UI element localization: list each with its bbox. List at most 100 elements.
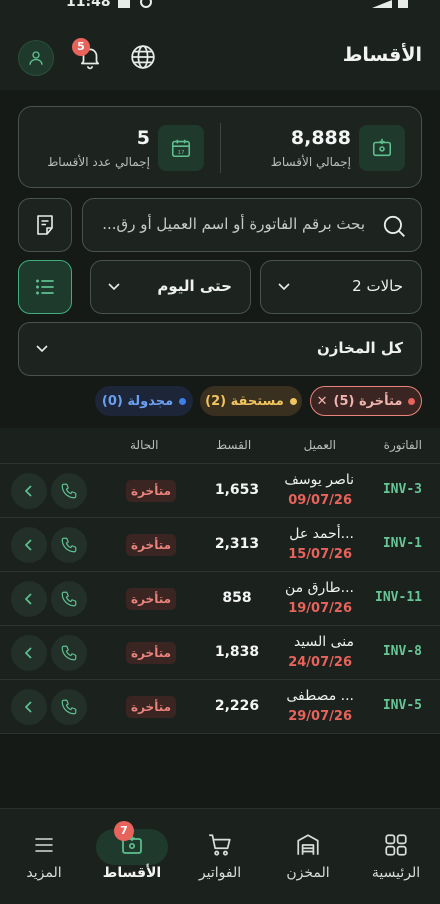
scheduled-dot-icon — [179, 397, 187, 405]
due-dropdown[interactable]: حتى اليوم — [90, 260, 251, 314]
due-dot-icon — [289, 397, 297, 405]
call-button[interactable] — [51, 473, 87, 509]
row-invoice[interactable]: INV-3 — [383, 482, 422, 497]
list-view-button[interactable] — [18, 260, 72, 314]
chevron-down-icon — [278, 283, 290, 291]
row-invoice[interactable]: INV-11 — [375, 590, 422, 605]
row-date: 15/07/26 — [288, 547, 352, 562]
header-status: الحالة — [130, 438, 159, 452]
states-dropdown-label: 2 حالات — [352, 277, 403, 295]
chip-due[interactable]: مستحقة (2) — [200, 386, 302, 416]
chip-overdue-label: متأخرة (5) — [333, 393, 403, 409]
table-row[interactable]: INV-8 منى السيد 24/07/26 1,838 متأخرة — [0, 626, 440, 680]
wallet-icon-box — [359, 125, 405, 171]
call-button[interactable] — [51, 635, 87, 671]
stat-total-installments: 8,888 إجمالي الأقساط — [220, 107, 421, 189]
table-row[interactable]: INV-1 أحمد عل... 15/07/26 2,313 متأخرة — [0, 518, 440, 572]
row-amount: 1,838 — [214, 644, 260, 660]
stats-card: 8,888 إجمالي الأقساط 17 5 إجمالي عدد الأ… — [18, 106, 422, 188]
search-input[interactable]: بحث برقم الفاتورة أو اسم العميل أو رق... — [82, 198, 422, 252]
header-installment: القسط — [216, 438, 252, 452]
nav-label-store: المخزن — [286, 865, 330, 881]
row-date: 19/07/26 — [288, 601, 352, 616]
row-date: 24/07/26 — [288, 655, 352, 670]
call-button[interactable] — [51, 527, 87, 563]
states-dropdown[interactable]: 2 حالات — [260, 260, 422, 314]
phone-icon — [61, 483, 77, 499]
globe-icon[interactable] — [130, 44, 156, 70]
chip-due-label: مستحقة (2) — [205, 393, 284, 409]
open-row-button[interactable] — [11, 689, 47, 725]
phone-icon — [61, 591, 77, 607]
phone-icon — [61, 645, 77, 661]
open-row-button[interactable] — [11, 635, 47, 671]
nav-label-more: المزيد — [26, 865, 62, 881]
search-placeholder: بحث برقم الفاتورة أو اسم العميل أو رق... — [102, 215, 365, 233]
list-icon — [36, 279, 54, 295]
stat-installments-count: 17 5 إجمالي عدد الأقساط — [19, 107, 220, 189]
battery-icon — [398, 0, 408, 8]
status-badge: متأخرة — [126, 588, 177, 610]
overdue-dot-icon — [408, 397, 416, 405]
stores-dropdown[interactable]: كل المخازن — [18, 322, 422, 376]
calendar-icon-box: 17 — [158, 125, 204, 171]
avatar[interactable] — [18, 40, 54, 76]
page-title: الأقساط — [342, 44, 422, 66]
chevron-left-icon — [24, 485, 32, 497]
notification-badge: 5 — [72, 38, 90, 56]
row-invoice[interactable]: INV-8 — [383, 644, 422, 659]
open-row-button[interactable] — [11, 473, 47, 509]
row-amount: 2,313 — [214, 536, 260, 552]
status-time: 11:48 — [66, 0, 111, 10]
row-invoice[interactable]: INV-1 — [383, 536, 422, 551]
menu-icon — [28, 829, 60, 861]
status-badge: متأخرة — [126, 534, 177, 556]
chevron-left-icon — [24, 593, 32, 605]
signal-icon — [372, 0, 392, 8]
stat-count-value: 5 — [136, 127, 150, 149]
open-row-button[interactable] — [11, 581, 47, 617]
nav-item-more[interactable]: المزيد — [4, 825, 84, 895]
wallet-icon — [372, 138, 392, 157]
nav-item-store[interactable]: المخزن — [268, 825, 348, 895]
stat-count-label: إجمالي عدد الأقساط — [47, 155, 150, 169]
row-amount: 858 — [222, 590, 252, 606]
status-square-icon — [118, 0, 130, 8]
row-date: 09/07/26 — [288, 493, 352, 508]
notes-button[interactable] — [18, 198, 72, 252]
nav-label-invoices: الفواتير — [198, 865, 242, 881]
chevron-left-icon — [24, 701, 32, 713]
nav-item-invoices[interactable]: الفواتير — [180, 825, 260, 895]
header-customer: العميل — [303, 438, 336, 452]
phone-icon — [61, 699, 77, 715]
nav-item-home[interactable]: الرئيسية — [356, 825, 436, 895]
row-customer: أحمد عل... — [289, 526, 354, 542]
header-invoice: الفاتورة — [383, 438, 422, 452]
close-icon[interactable]: ✕ — [317, 394, 328, 409]
row-invoice[interactable]: INV-5 — [383, 698, 422, 713]
table-row[interactable]: INV-11 طارق من... 19/07/26 858 متأخرة — [0, 572, 440, 626]
open-row-button[interactable] — [11, 527, 47, 563]
nav-label-home: الرئيسية — [371, 865, 421, 881]
row-customer: ناصر يوسف — [284, 472, 354, 488]
search-icon — [383, 215, 405, 237]
call-button[interactable] — [51, 581, 87, 617]
chip-overdue[interactable]: ✕ متأخرة (5) — [310, 386, 422, 416]
status-bar: 11:48 — [0, 0, 440, 14]
row-amount: 1,653 — [214, 482, 260, 498]
stat-total-value: 8,888 — [290, 127, 351, 149]
chevron-left-icon — [24, 539, 32, 551]
row-customer: مصطفى ... — [286, 688, 354, 704]
table-row[interactable]: INV-5 مصطفى ... 29/07/26 2,226 متأخرة — [0, 680, 440, 734]
row-customer: منى السيد — [293, 634, 354, 650]
row-customer: طارق من... — [285, 580, 354, 596]
chevron-left-icon — [24, 647, 32, 659]
status-circle-icon — [140, 0, 152, 8]
grid-icon — [380, 829, 412, 861]
table-row[interactable]: INV-3 ناصر يوسف 09/07/26 1,653 متأخرة — [0, 464, 440, 518]
due-dropdown-label: حتى اليوم — [157, 277, 232, 295]
chip-scheduled-label: مجدولة (0) — [101, 393, 174, 409]
chip-scheduled[interactable]: مجدولة (0) — [95, 386, 193, 416]
stat-total-label: إجمالي الأقساط — [270, 155, 351, 169]
call-button[interactable] — [51, 689, 87, 725]
